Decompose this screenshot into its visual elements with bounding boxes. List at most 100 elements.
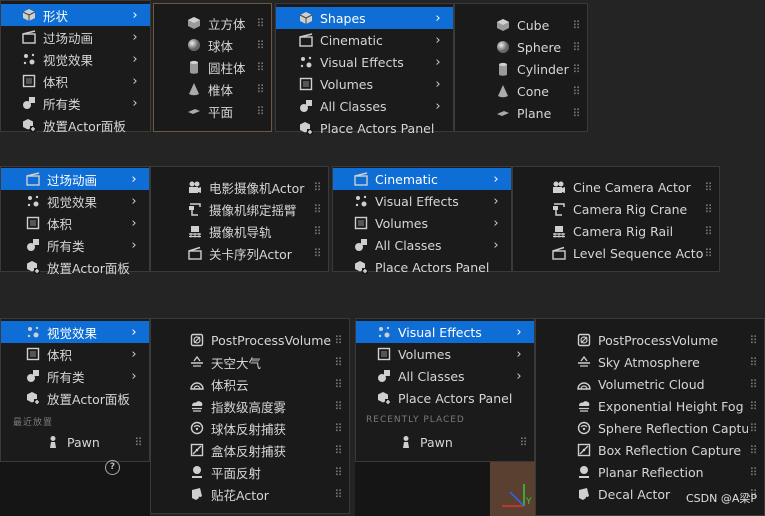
actor-item[interactable]: Sky Atmosphere ⠿	[536, 351, 764, 373]
category-item-visual-effects[interactable]: Visual Effects ›	[356, 321, 534, 343]
actor-item[interactable]: 立方体 ⠿	[154, 12, 271, 34]
actor-item[interactable]: Plane ⠿	[455, 102, 587, 124]
drag-handle-icon[interactable]: ⠿	[255, 39, 265, 52]
category-item-place-actors[interactable]: 放置Actor面板	[1, 114, 150, 136]
drag-handle-icon[interactable]: ⠿	[748, 378, 758, 391]
drag-handle-icon[interactable]: ⠿	[333, 466, 343, 479]
actor-item[interactable]: Camera Rig Crane ⠿	[513, 198, 719, 220]
actor-item[interactable]: Box Reflection Capture ⠿	[536, 439, 764, 461]
actor-item[interactable]: 盒体反射捕获 ⠿	[151, 439, 349, 461]
category-item-shape[interactable]: 形状 ›	[1, 4, 150, 26]
actor-item[interactable]: Sphere ⠿	[455, 36, 587, 58]
category-item-cinematic[interactable]: 过场动画 ›	[1, 168, 149, 190]
actor-item[interactable]: 体积云 ⠿	[151, 373, 349, 395]
category-item-cinematic[interactable]: Cinematic ›	[333, 168, 511, 190]
category-item-place-actors[interactable]: 放置Actor面板	[1, 387, 149, 409]
actor-item[interactable]: 摄像机绑定摇臂 ⠿	[151, 198, 328, 220]
category-item-all-classes[interactable]: All Classes ›	[333, 234, 511, 256]
drag-handle-icon[interactable]: ⠿	[312, 181, 322, 194]
category-item-visual-effects[interactable]: Visual Effects ›	[333, 190, 511, 212]
actor-item[interactable]: 天空大气 ⠿	[151, 351, 349, 373]
drag-handle-icon[interactable]: ⠿	[312, 247, 322, 260]
drag-handle-icon[interactable]: ⠿	[703, 203, 713, 216]
drag-handle-icon[interactable]: ⠿	[748, 466, 758, 479]
category-item-shape[interactable]: Shapes ›	[276, 7, 453, 29]
drag-handle-icon[interactable]: ⠿	[571, 19, 581, 32]
drag-handle-icon[interactable]: ⠿	[748, 422, 758, 435]
actor-item[interactable]: Volumetric Cloud ⠿	[536, 373, 764, 395]
category-item-volume[interactable]: 体积 ›	[1, 212, 149, 234]
actor-item[interactable]: 电影摄像机Actor ⠿	[151, 176, 328, 198]
drag-handle-icon[interactable]: ⠿	[333, 488, 343, 501]
category-item-all-classes[interactable]: All Classes ›	[276, 95, 453, 117]
actor-item[interactable]: Cine Camera Actor ⠿	[513, 176, 719, 198]
drag-handle-icon[interactable]: ⠿	[703, 225, 713, 238]
category-item-volume[interactable]: 体积 ›	[1, 343, 149, 365]
actor-item[interactable]: Cone ⠿	[455, 80, 587, 102]
drag-handle-icon[interactable]: ⠿	[255, 105, 265, 118]
actor-item[interactable]: 摄像机导轨 ⠿	[151, 220, 328, 242]
drag-handle-icon[interactable]: ⠿	[133, 436, 143, 449]
drag-handle-icon[interactable]: ⠿	[255, 61, 265, 74]
drag-handle-icon[interactable]: ⠿	[571, 107, 581, 120]
category-item-volume[interactable]: Volumes ›	[276, 73, 453, 95]
drag-handle-icon[interactable]: ⠿	[703, 247, 713, 260]
level-viewport[interactable]: Y	[490, 460, 535, 516]
drag-handle-icon[interactable]: ⠿	[312, 203, 322, 216]
actor-item[interactable]: 指数级高度雾 ⠿	[151, 395, 349, 417]
drag-handle-icon[interactable]: ⠿	[518, 436, 528, 449]
actor-item[interactable]: Planar Reflection ⠿	[536, 461, 764, 483]
category-item-place-actors[interactable]: Place Actors Panel	[356, 387, 534, 409]
actor-item[interactable]: 贴花Actor ⠿	[151, 483, 349, 505]
category-item-all-classes[interactable]: 所有类 ›	[1, 92, 150, 114]
category-item-all-classes[interactable]: 所有类 ›	[1, 234, 149, 256]
actor-item[interactable]: Camera Rig Rail ⠿	[513, 220, 719, 242]
actor-item[interactable]: Level Sequence Actor ⠿	[513, 242, 719, 264]
actor-item[interactable]: 平面 ⠿	[154, 100, 271, 122]
help-icon[interactable]: ?	[105, 460, 120, 475]
drag-handle-icon[interactable]: ⠿	[748, 444, 758, 457]
drag-handle-icon[interactable]: ⠿	[333, 334, 343, 347]
actor-item[interactable]: 球体 ⠿	[154, 34, 271, 56]
drag-handle-icon[interactable]: ⠿	[333, 422, 343, 435]
actor-item[interactable]: 椎体 ⠿	[154, 78, 271, 100]
category-item-visual-effects[interactable]: 视觉效果 ›	[1, 190, 149, 212]
drag-handle-icon[interactable]: ⠿	[312, 225, 322, 238]
category-item-volume[interactable]: Volumes ›	[333, 212, 511, 234]
drag-handle-icon[interactable]: ⠿	[333, 444, 343, 457]
category-item-place-actors[interactable]: Place Actors Panel	[276, 117, 453, 139]
recent-item[interactable]: Pawn ⠿	[1, 431, 149, 453]
drag-handle-icon[interactable]: ⠿	[255, 83, 265, 96]
actor-item[interactable]: 圆柱体 ⠿	[154, 56, 271, 78]
actor-item[interactable]: 球体反射捕获 ⠿	[151, 417, 349, 439]
actor-item[interactable]: 平面反射 ⠿	[151, 461, 349, 483]
actor-item[interactable]: Sphere Reflection Capture ⠿	[536, 417, 764, 439]
drag-handle-icon[interactable]: ⠿	[333, 400, 343, 413]
category-item-cinematic[interactable]: Cinematic ›	[276, 29, 453, 51]
category-item-visual-effects[interactable]: 视觉效果 ›	[1, 321, 149, 343]
actor-item[interactable]: Cube ⠿	[455, 14, 587, 36]
actor-item[interactable]: PostProcessVolume ⠿	[536, 329, 764, 351]
category-item-all-classes[interactable]: All Classes ›	[356, 365, 534, 387]
category-item-place-actors[interactable]: Place Actors Panel	[333, 256, 511, 278]
drag-handle-icon[interactable]: ⠿	[571, 85, 581, 98]
actor-item[interactable]: PostProcessVolume ⠿	[151, 329, 349, 351]
drag-handle-icon[interactable]: ⠿	[748, 334, 758, 347]
category-item-volume[interactable]: 体积 ›	[1, 70, 150, 92]
drag-handle-icon[interactable]: ⠿	[571, 63, 581, 76]
actor-item[interactable]: 关卡序列Actor ⠿	[151, 242, 328, 264]
drag-handle-icon[interactable]: ⠿	[333, 378, 343, 391]
actor-item[interactable]: Exponential Height Fog ⠿	[536, 395, 764, 417]
recent-item[interactable]: Pawn ⠿	[356, 431, 534, 453]
drag-handle-icon[interactable]: ⠿	[703, 181, 713, 194]
category-item-visual-effects[interactable]: 视觉效果 ›	[1, 48, 150, 70]
actor-item[interactable]: Cylinder ⠿	[455, 58, 587, 80]
category-item-cinematic[interactable]: 过场动画 ›	[1, 26, 150, 48]
category-item-place-actors[interactable]: 放置Actor面板	[1, 256, 149, 278]
drag-handle-icon[interactable]: ⠿	[748, 400, 758, 413]
drag-handle-icon[interactable]: ⠿	[333, 356, 343, 369]
drag-handle-icon[interactable]: ⠿	[748, 356, 758, 369]
category-item-all-classes[interactable]: 所有类 ›	[1, 365, 149, 387]
category-item-volume[interactable]: Volumes ›	[356, 343, 534, 365]
category-item-visual-effects[interactable]: Visual Effects ›	[276, 51, 453, 73]
